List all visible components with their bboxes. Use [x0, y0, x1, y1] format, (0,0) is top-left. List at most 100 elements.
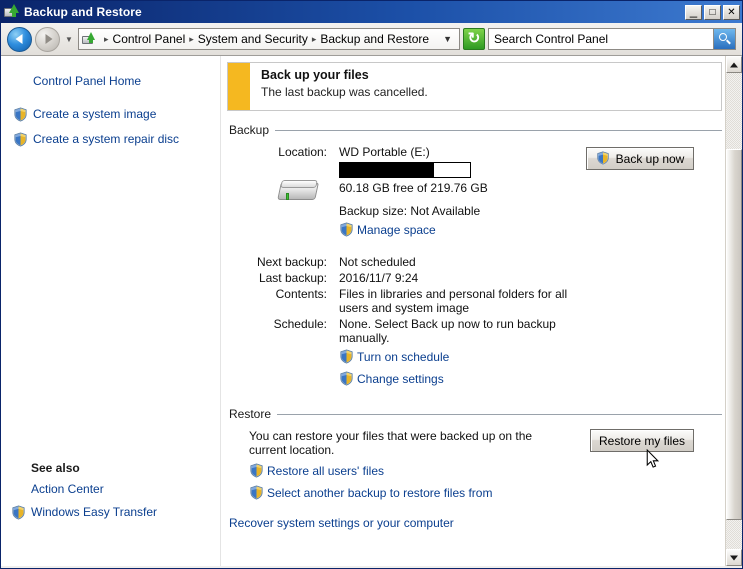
- search-icon[interactable]: [713, 29, 735, 49]
- select-another-backup-link[interactable]: Select another backup to restore files f…: [249, 485, 722, 500]
- main-pane: Back up your files The last backup was c…: [221, 56, 742, 566]
- backup-and-restore-window: Backup and Restore _ □ ✕ ▼ ▸ Control Pan…: [0, 0, 743, 569]
- shield-icon: [13, 107, 28, 122]
- see-also-heading: See also: [31, 461, 80, 475]
- shield-icon: [339, 371, 354, 386]
- next-backup-value: Not scheduled: [339, 255, 416, 269]
- close-button[interactable]: ✕: [723, 4, 740, 20]
- banner-accent-bar: [228, 63, 250, 110]
- maximize-icon: □: [709, 6, 716, 18]
- last-backup-label: Last backup:: [258, 271, 327, 285]
- schedule-label: Schedule:: [273, 317, 327, 331]
- sidebar-item-windows-easy-transfer[interactable]: Windows Easy Transfer: [11, 505, 220, 520]
- turn-on-schedule-link[interactable]: Turn on schedule: [339, 349, 571, 364]
- restore-my-files-button-wrap: Restore my files: [590, 429, 694, 468]
- backup-section-label: Backup: [229, 123, 270, 137]
- scrollbar-track[interactable]: [726, 73, 742, 549]
- scroll-up-button[interactable]: [726, 56, 742, 73]
- recover-system-settings-link[interactable]: Recover system settings or your computer: [229, 516, 454, 530]
- backup-size-text: Backup size: Not Available: [339, 204, 481, 218]
- backup-section: Backup Location: WD Portable (E:) 60.18 …: [229, 123, 722, 386]
- recent-pages-dropdown[interactable]: ▼: [63, 35, 75, 44]
- schedule-row: Schedule: None. Select Back up now to ru…: [229, 317, 722, 386]
- last-backup-row: Last backup: 2016/11/7 9:24: [229, 271, 722, 285]
- scrollbar-thumb[interactable]: [726, 149, 742, 521]
- status-bar: [1, 566, 742, 568]
- sidebar-item-control-panel-home[interactable]: Control Panel Home: [21, 74, 220, 89]
- restore-my-files-button[interactable]: Restore my files: [590, 429, 694, 452]
- external-hard-drive-icon: [275, 177, 321, 208]
- schedule-value: None. Select Back up now to run backup m…: [339, 317, 556, 345]
- restore-section-header: Restore: [229, 407, 722, 421]
- backup-section-header: Backup: [229, 123, 722, 137]
- breadcrumb-backup-and-restore[interactable]: Backup and Restore: [320, 32, 429, 46]
- shield-icon: [249, 463, 264, 478]
- change-settings-link[interactable]: Change settings: [339, 371, 571, 386]
- breadcrumb-system-and-security[interactable]: System and Security: [198, 32, 308, 46]
- restore-description: You can restore your files that were bac…: [249, 429, 533, 457]
- back-button[interactable]: [7, 26, 32, 52]
- breadcrumb-dropdown-icon[interactable]: ▼: [438, 34, 457, 44]
- sidebar-item-create-a-system-image[interactable]: Create a system image: [1, 107, 220, 122]
- section-divider: [277, 413, 722, 415]
- shield-icon: [339, 349, 354, 364]
- back-up-now-button[interactable]: Back up now: [586, 147, 694, 170]
- title-bar: Backup and Restore _ □ ✕: [1, 1, 742, 23]
- scroll-down-button[interactable]: [726, 549, 742, 566]
- shield-icon: [13, 132, 28, 147]
- turn-on-schedule-label: Turn on schedule: [357, 349, 450, 364]
- control-panel-icon: [82, 31, 98, 47]
- next-backup-label: Next backup:: [256, 255, 327, 269]
- sidebar-item-create-a-system-repair-disc[interactable]: Create a system repair disc: [1, 132, 220, 147]
- back-arrow-icon: [15, 34, 22, 44]
- sidebar-item-label: Create a system image: [33, 107, 157, 121]
- restore-all-users-files-label: Restore all users' files: [267, 463, 384, 478]
- search-input[interactable]: Search Control Panel: [494, 32, 713, 46]
- sidebar-item-action-center[interactable]: Action Center: [31, 482, 220, 497]
- back-up-now-button-wrap: Back up now: [586, 147, 694, 170]
- window-title: Backup and Restore: [24, 5, 142, 19]
- forward-arrow-icon: [45, 34, 52, 44]
- sidebar-item-label: Control Panel Home: [33, 74, 142, 88]
- search-box[interactable]: Search Control Panel: [488, 28, 736, 50]
- forward-button[interactable]: [35, 26, 60, 52]
- minimize-button[interactable]: _: [685, 2, 702, 20]
- sidebar-item-label: Action Center: [31, 482, 104, 496]
- last-backup-value: 2016/11/7 9:24: [339, 271, 419, 285]
- sidebar-item-label: Windows Easy Transfer: [31, 505, 158, 519]
- change-settings-label: Change settings: [357, 371, 444, 386]
- shield-icon: [596, 151, 611, 166]
- sidebar-item-label: Create a system repair disc: [33, 132, 180, 146]
- breadcrumb-separator-1[interactable]: ▸: [185, 34, 198, 45]
- breadcrumb-control-panel[interactable]: Control Panel: [113, 32, 186, 46]
- window-controls: _ □ ✕: [685, 2, 740, 20]
- location-label: Location:: [278, 145, 327, 159]
- status-banner: Back up your files The last backup was c…: [227, 62, 722, 111]
- restore-section-label: Restore: [229, 407, 272, 421]
- breadcrumb-separator-0[interactable]: ▸: [100, 34, 113, 45]
- backup-restore-icon: [4, 4, 20, 20]
- select-another-backup-label: Select another backup to restore files f…: [267, 485, 493, 500]
- section-divider: [275, 129, 722, 131]
- next-backup-row: Next backup: Not scheduled: [229, 255, 722, 269]
- chevron-down-icon: [730, 555, 738, 560]
- banner-title: Back up your files: [261, 68, 369, 82]
- vertical-scrollbar[interactable]: [725, 56, 742, 566]
- address-bar: ▼ ▸ Control Panel ▸ System and Security …: [1, 23, 742, 56]
- shield-icon: [249, 485, 264, 500]
- breadcrumb-separator-2[interactable]: ▸: [308, 34, 321, 45]
- refresh-icon[interactable]: [463, 28, 485, 50]
- contents-value: Files in libraries and personal folders …: [339, 287, 568, 315]
- restore-all-users-files-link[interactable]: Restore all users' files: [249, 463, 722, 478]
- see-also-section: See also Action Center Windows Easy Tran…: [1, 461, 220, 528]
- maximize-button[interactable]: □: [704, 4, 721, 20]
- manage-space-link[interactable]: Manage space: [339, 222, 722, 237]
- sidebar: Control Panel Home Create a system image: [1, 56, 221, 566]
- restore-section: Restore You can restore your files that …: [229, 407, 722, 530]
- contents-label: Contents:: [275, 287, 327, 301]
- breadcrumb-bar[interactable]: ▸ Control Panel ▸ System and Security ▸ …: [78, 28, 460, 50]
- drive-capacity-text: 60.18 GB free of 219.76 GB: [339, 181, 488, 195]
- minimize-icon: _: [689, 2, 698, 18]
- drive-capacity-meter: [339, 162, 471, 178]
- manage-space-label: Manage space: [357, 222, 436, 237]
